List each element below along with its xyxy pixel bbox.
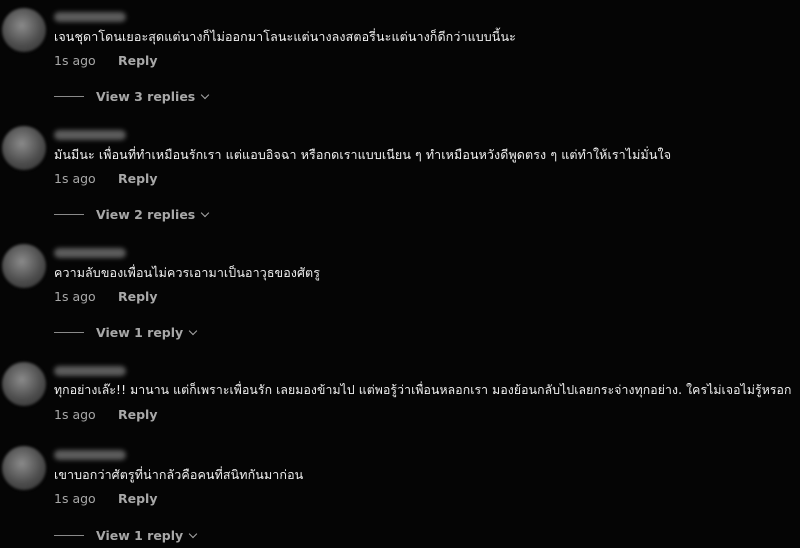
comment-item: มันมีนะ เพื่อนที่ทำเหมือนรักเรา แต่แอบอิ… xyxy=(0,126,800,236)
view-replies-label: View 2 replies xyxy=(96,207,196,222)
divider-line xyxy=(54,332,84,333)
username-blurred[interactable] xyxy=(54,130,126,140)
comment-text: ทุกอย่างเล๊ะ!! มานาน แต่ก็เพราะเพื่อนรัก… xyxy=(54,383,792,397)
comment-text: มันมีนะ เพื่อนที่ทำเหมือนรักเรา แต่แอบอิ… xyxy=(54,147,672,162)
comment-text: เจนชุดาโดนเยอะสุดแต่นางก็ไม่ออกมาโลนะแต่… xyxy=(54,29,516,44)
username-blurred[interactable] xyxy=(54,366,126,376)
chevron-down-icon xyxy=(201,90,210,99)
comment-meta: 1s ago Reply xyxy=(54,53,157,68)
username-blurred[interactable] xyxy=(54,450,126,460)
comment-timestamp: 1s ago xyxy=(54,53,96,68)
comment-meta: 1s ago Reply xyxy=(54,407,157,422)
comment-meta: 1s ago Reply xyxy=(54,491,157,506)
chevron-down-icon xyxy=(201,208,210,217)
comment-meta: 1s ago Reply xyxy=(54,171,157,186)
reply-button[interactable]: Reply xyxy=(118,171,157,186)
divider-line xyxy=(54,96,84,97)
username-blurred[interactable] xyxy=(54,12,126,22)
view-replies-label: View 3 replies xyxy=(96,89,196,104)
comment-item: เขาบอกว่าศัตรูที่น่ากลัวคือคนที่สนิทกันม… xyxy=(0,446,800,548)
comment-timestamp: 1s ago xyxy=(54,491,96,506)
avatar[interactable] xyxy=(2,126,46,170)
avatar[interactable] xyxy=(2,8,46,52)
comment-item: ความลับของเพื่อนไม่ควรเอามาเป็นอาวุธของศ… xyxy=(0,244,800,354)
reply-button[interactable]: Reply xyxy=(118,407,157,422)
avatar[interactable] xyxy=(2,244,46,288)
comments-page: เจนชุดาโดนเยอะสุดแต่นางก็ไม่ออกมาโลนะแต่… xyxy=(0,0,800,548)
view-replies-button[interactable]: View 1 reply xyxy=(54,325,198,340)
reply-button[interactable]: Reply xyxy=(118,289,157,304)
username-blurred[interactable] xyxy=(54,248,126,258)
avatar[interactable] xyxy=(2,446,46,490)
comment-timestamp: 1s ago xyxy=(54,289,96,304)
chevron-down-icon xyxy=(188,529,198,538)
comment-timestamp: 1s ago xyxy=(54,171,96,186)
comment-meta: 1s ago Reply xyxy=(54,289,157,304)
comment-timestamp: 1s ago xyxy=(54,407,96,422)
comment-item: ทุกอย่างเล๊ะ!! มานาน แต่ก็เพราะเพื่อนรัก… xyxy=(0,362,800,432)
view-replies-button[interactable]: View 3 replies xyxy=(54,89,210,104)
comment-text: เขาบอกว่าศัตรูที่น่ากลัวคือคนที่สนิทกันม… xyxy=(54,467,304,482)
comment-text: ความลับของเพื่อนไม่ควรเอามาเป็นอาวุธของศ… xyxy=(54,265,321,280)
avatar[interactable] xyxy=(2,362,46,406)
divider-line xyxy=(54,214,84,215)
divider-line xyxy=(54,535,84,536)
reply-button[interactable]: Reply xyxy=(118,53,157,68)
reply-button[interactable]: Reply xyxy=(118,491,157,506)
view-replies-label: View 1 reply xyxy=(96,528,184,543)
view-replies-label: View 1 reply xyxy=(96,325,184,340)
chevron-down-icon xyxy=(188,326,198,335)
comment-item: เจนชุดาโดนเยอะสุดแต่นางก็ไม่ออกมาโลนะแต่… xyxy=(0,8,800,118)
view-replies-button[interactable]: View 1 reply xyxy=(54,528,198,543)
view-replies-button[interactable]: View 2 replies xyxy=(54,207,210,222)
